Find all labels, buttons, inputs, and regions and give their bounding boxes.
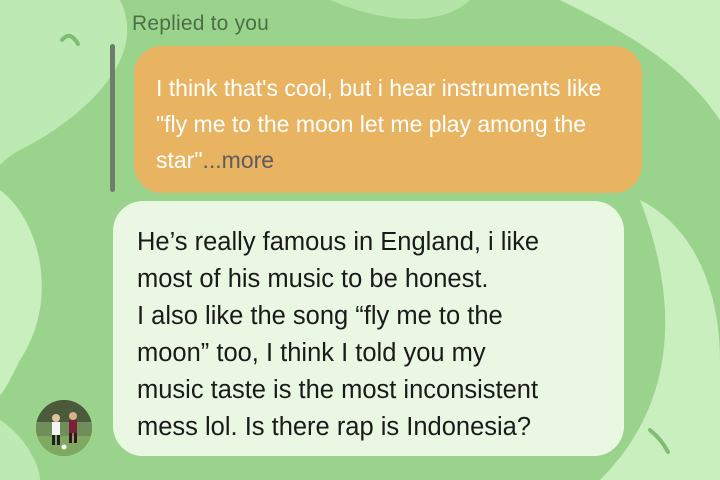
quote-indicator-bar: [110, 44, 115, 192]
message-bubble[interactable]: He’s really famous in England, i like mo…: [113, 201, 624, 456]
message-line: music taste is the most inconsistent: [137, 376, 539, 404]
quoted-message-bubble[interactable]: I think that's cool, but i hear instrume…: [134, 46, 642, 193]
message-line: most of his music to be honest.: [137, 265, 489, 293]
message-line: moon” too, I think I told you my: [137, 339, 486, 367]
sender-avatar[interactable]: [36, 400, 92, 456]
more-link[interactable]: ...more: [203, 147, 275, 173]
replied-to-you-label: Replied to you: [132, 12, 270, 35]
message-line: mess lol. Is there rap is Indonesia?: [137, 413, 532, 441]
avatar-photo-icon: [36, 400, 92, 456]
message-line: I also like the song “fly me to the: [137, 302, 503, 330]
message-line: He’s really famous in England, i like: [137, 228, 540, 256]
